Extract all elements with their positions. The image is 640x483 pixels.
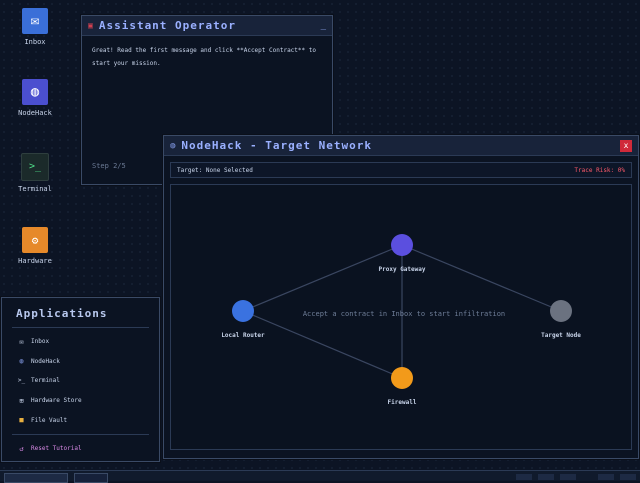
- assistant-message: Great! Read the first message and click …: [92, 47, 316, 67]
- target-status: Target: None Selected: [177, 166, 253, 174]
- node-local-router[interactable]: Local Router: [221, 300, 265, 339]
- app-item-label: Reset Tutorial: [31, 445, 82, 453]
- terminal-icon: >_: [17, 377, 26, 385]
- node-local-router-circle: [232, 300, 254, 322]
- applications-menu: Applications ✉ Inbox ◍ NodeHack >_ Termi…: [1, 297, 160, 462]
- folder-icon: ■: [19, 416, 24, 425]
- globe-icon: ◍: [19, 357, 24, 366]
- link-router-firewall: [242, 310, 403, 379]
- globe-icon: ◍: [170, 140, 176, 151]
- reset-icon: ↺: [19, 444, 24, 453]
- robot-icon: ▣: [88, 21, 93, 30]
- app-item-label: Inbox: [31, 338, 50, 346]
- node-label: Target Node: [541, 332, 581, 339]
- app-item-file-vault[interactable]: ■ File Vault: [2, 410, 159, 430]
- app-item-hardware-store[interactable]: ⊞ Hardware Store: [2, 391, 159, 411]
- nodehack-titlebar[interactable]: ◍ NodeHack - Target Network x: [164, 136, 638, 156]
- desktop-icon-hardware[interactable]: ⚙ Hardware: [7, 227, 63, 265]
- app-item-label: Terminal: [31, 377, 60, 385]
- nodehack-window: ◍ NodeHack - Target Network x Target: No…: [163, 135, 639, 459]
- tray-item[interactable]: [560, 474, 576, 480]
- network-map: Accept a contract in Inbox to start infi…: [170, 184, 632, 450]
- app-item-nodehack[interactable]: ◍ NodeHack: [2, 352, 159, 372]
- node-proxy-gateway[interactable]: Proxy Gateway: [379, 234, 426, 273]
- close-button[interactable]: x: [620, 139, 632, 152]
- tray-item[interactable]: [538, 474, 554, 480]
- mail-icon: ✉: [19, 337, 24, 346]
- link-proxy-target: [401, 244, 562, 312]
- app-item-label: File Vault: [31, 416, 68, 424]
- desktop-icon-nodehack[interactable]: ◍ NodeHack: [7, 79, 63, 117]
- store-icon: ⊞: [19, 396, 24, 405]
- desktop-icon-terminal[interactable]: >_ Terminal: [7, 153, 63, 193]
- desktop-icon-label: Hardware: [18, 257, 52, 265]
- nodehack-title: NodeHack - Target Network: [181, 139, 372, 152]
- divider: [12, 433, 149, 435]
- taskbar: [0, 470, 640, 483]
- taskbar-item[interactable]: [74, 473, 108, 483]
- node-label: Local Router: [221, 332, 265, 339]
- network-hint: Accept a contract in Inbox to start infi…: [303, 310, 505, 318]
- network-graph: Accept a contract in Inbox to start infi…: [221, 234, 581, 406]
- node-target-node-circle: [550, 300, 572, 322]
- status-bar: Target: None Selected Trace Risk: 0%: [170, 162, 632, 178]
- tray-item[interactable]: [516, 474, 532, 480]
- globe-icon: ◍: [22, 79, 48, 105]
- node-firewall-circle: [391, 367, 413, 389]
- link-router-proxy: [242, 244, 403, 312]
- app-item-label: Hardware Store: [31, 397, 82, 405]
- desktop-icon-label: Terminal: [18, 185, 52, 193]
- tray-item[interactable]: [598, 474, 614, 480]
- assistant-titlebar[interactable]: ▣ Assistant Operator _: [82, 16, 332, 36]
- app-item-label: NodeHack: [31, 357, 60, 365]
- app-item-inbox[interactable]: ✉ Inbox: [2, 332, 159, 352]
- divider: [12, 327, 149, 328]
- assistant-title: Assistant Operator: [98, 19, 237, 32]
- app-item-terminal[interactable]: >_ Terminal: [2, 371, 159, 391]
- desktop-icon-inbox[interactable]: ✉ Inbox: [7, 8, 63, 46]
- desktop-icon-label: Inbox: [24, 38, 46, 46]
- start-button[interactable]: [4, 473, 68, 483]
- terminal-icon: >_: [21, 153, 49, 181]
- assistant-step: Step 2/5: [92, 162, 126, 170]
- mail-icon: ✉: [22, 8, 48, 34]
- minimize-button[interactable]: _: [321, 21, 326, 31]
- tray-item[interactable]: [620, 474, 636, 480]
- reset-tutorial-button[interactable]: ↺ Reset Tutorial: [2, 439, 159, 459]
- node-label: Proxy Gateway: [379, 266, 426, 273]
- node-proxy-gateway-circle: [391, 234, 413, 256]
- node-firewall[interactable]: Firewall: [388, 367, 417, 406]
- trace-risk: Trace Risk: 0%: [574, 166, 625, 174]
- node-label: Firewall: [388, 399, 417, 406]
- desktop-icon-label: NodeHack: [18, 109, 52, 117]
- hardware-icon: ⚙: [22, 227, 48, 253]
- applications-title: Applications: [16, 307, 108, 320]
